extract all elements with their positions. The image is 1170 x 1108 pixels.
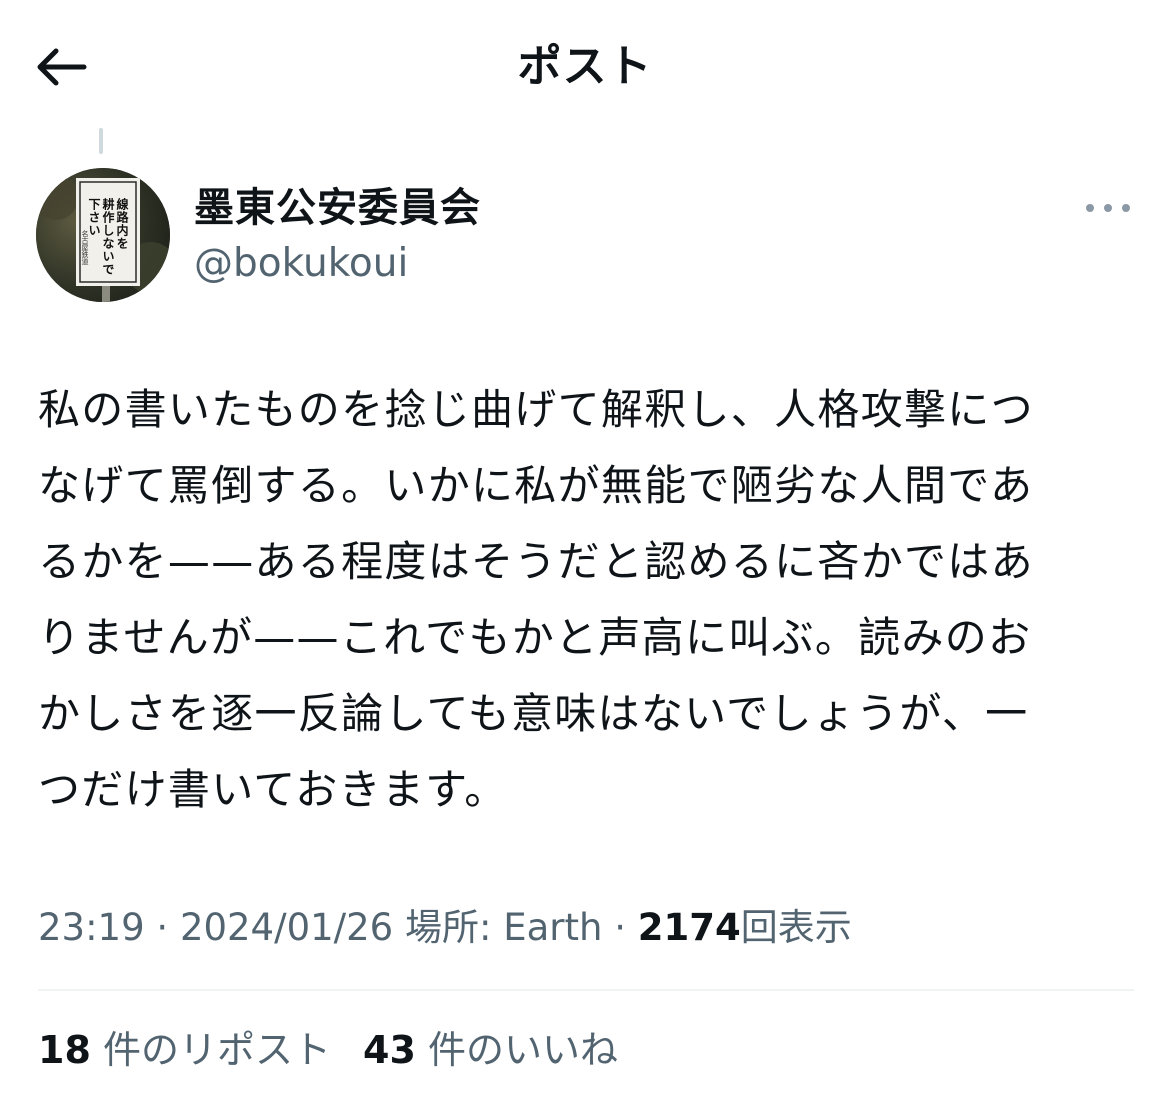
engagement-stats: 18 件のリポスト 43 件のいいね (38, 1024, 618, 1076)
divider (38, 989, 1134, 991)
avatar-image: 線路内を 耕作しないで 下さい 名古屋鉄道 (36, 168, 170, 302)
tweet-text-line: 私の書いたものを捻じ曲げて解釈し、人格攻撃につ (38, 385, 1034, 434)
tweet-text-line: るかを——ある程度はそうだと認めるに吝かではあ (38, 537, 1034, 586)
user-handle[interactable]: @bokukoui (194, 238, 408, 290)
like-label: 件のいいね (427, 1028, 618, 1072)
thread-connector-line (99, 128, 103, 154)
more-options-button[interactable] (1080, 192, 1136, 224)
more-options-icon (1086, 204, 1094, 212)
page-title: ポスト (517, 41, 653, 92)
view-label: 回表示 (740, 906, 852, 949)
avatar-sign-text: 線路内を (115, 197, 129, 250)
likes-stat[interactable]: 43 件のいいね (363, 1024, 618, 1076)
post-location: 場所: Earth (404, 906, 603, 949)
tweet-text-line: なげて罵倒する。いかに私が無能で陋劣な人間であ (38, 461, 1034, 510)
post-date[interactable]: 2024/01/26 (180, 906, 393, 949)
post-detail-page: ポスト 線路内を 耕作しないで 下さい 名古屋鉄道 墨東公安委員会 @bokuk (0, 0, 1170, 1108)
reposts-stat[interactable]: 18 件のリポスト (38, 1024, 331, 1076)
tweet-text-line: かしさを逐一反論しても意味はないでしょうが、一 (38, 689, 1029, 738)
tweet-text-line: つだけ書いておきます。 (38, 765, 508, 814)
repost-count: 18 (38, 1028, 91, 1072)
tweet-text: 私の書いたものを捻じ曲げて解釈し、人格攻撃につ なげて罵倒する。いかに私が無能で… (38, 372, 1138, 828)
more-options-icon (1122, 204, 1130, 212)
avatar-sign-text: 下さい (87, 198, 101, 237)
view-count: 2174 (637, 906, 741, 949)
avatar-sign-text: 耕作しないで (101, 197, 115, 276)
avatar[interactable]: 線路内を 耕作しないで 下さい 名古屋鉄道 (36, 168, 170, 302)
post-meta: 23:19 · 2024/01/26 場所: Earth · 2174回表示 (38, 902, 852, 954)
more-options-icon (1104, 204, 1112, 212)
header: ポスト (0, 0, 1170, 130)
like-count: 43 (363, 1028, 416, 1072)
avatar-sign-footer: 名古屋鉄道 (81, 229, 89, 266)
meta-separator: · (156, 906, 169, 949)
tweet-text-line: りませんが——これでもかと声高に叫ぶ。読みのお (38, 613, 1032, 662)
meta-separator: · (614, 906, 626, 949)
display-name[interactable]: 墨東公安委員会 (194, 182, 481, 234)
repost-label: 件のリポスト (102, 1028, 331, 1072)
post-time[interactable]: 23:19 (38, 906, 145, 949)
